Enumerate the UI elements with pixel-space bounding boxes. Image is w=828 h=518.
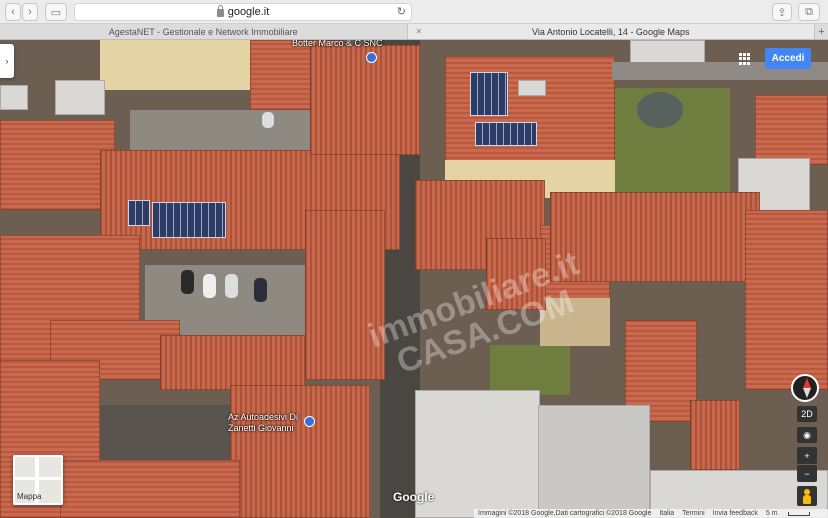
locate-button[interactable]: ◉: [797, 427, 817, 443]
car: [262, 112, 274, 128]
skylight: [518, 80, 546, 96]
flat-roof: [0, 85, 28, 110]
new-tab-button[interactable]: +: [814, 24, 828, 39]
solar-panel: [128, 200, 150, 226]
reload-icon[interactable]: ↻: [397, 5, 406, 18]
country-label: Italia: [659, 510, 675, 517]
roof: [0, 120, 115, 210]
back-button[interactable]: ‹: [5, 3, 21, 21]
forward-button[interactable]: ›: [22, 3, 38, 21]
car: [203, 274, 216, 298]
roof: [690, 400, 740, 470]
zoom-in-button[interactable]: +: [797, 447, 817, 464]
close-icon[interactable]: ✕: [416, 27, 423, 36]
sign-in-button[interactable]: Accedi: [765, 48, 811, 69]
solar-panel: [152, 202, 226, 238]
url-text: google.it: [227, 6, 270, 18]
flat-roof: [55, 80, 105, 115]
roof: [745, 210, 828, 390]
map-footer: Immagini ©2018 Google,Dati cartografici …: [474, 509, 828, 518]
building-facade: [540, 298, 610, 346]
building: [100, 40, 250, 90]
map-type-toggle[interactable]: Mappa: [13, 455, 63, 505]
place-label[interactable]: Botter Marco & C SNC: [292, 40, 383, 48]
satellite-map[interactable]: immobiliare.it CASA.COM Botter Marco & C…: [0, 40, 828, 518]
roof: [310, 45, 420, 155]
chevron-right-icon: ›: [5, 56, 9, 66]
pegman-icon[interactable]: [797, 486, 817, 506]
view-mode-button[interactable]: 2D: [797, 406, 817, 422]
place-label[interactable]: Az Autoadesivi Di Zanetti Giovanni: [228, 412, 298, 434]
zoom-out-button[interactable]: −: [797, 465, 817, 482]
tab-agestanet[interactable]: AgestaNET - Gestionale e Network Immobil…: [0, 24, 407, 39]
roof: [305, 210, 385, 380]
roof: [550, 192, 760, 282]
roof: [230, 385, 370, 518]
address-bar[interactable]: google.it ↻: [74, 3, 412, 21]
shop-pin-icon[interactable]: [304, 416, 315, 427]
sidebar-toggle-button[interactable]: ▭: [45, 3, 67, 21]
roof: [60, 460, 240, 518]
feedback-link[interactable]: Invia feedback: [713, 510, 758, 517]
scale-label: 5 m: [765, 510, 778, 517]
road: [15, 477, 61, 480]
lock-icon: [216, 5, 224, 17]
imagery-credits: Immagini ©2018 Google,Dati cartografici …: [478, 510, 652, 517]
tab-title: AgestaNET - Gestionale e Network Immobil…: [108, 26, 298, 37]
roof: [486, 238, 546, 310]
solar-panel: [470, 72, 508, 116]
tabs-overview-button[interactable]: ⧉: [798, 3, 820, 21]
share-button[interactable]: ⇪: [772, 3, 792, 21]
roof: [755, 95, 828, 165]
compass-icon[interactable]: [791, 374, 819, 402]
browser-toolbar: ‹ › ▭ google.it ↻ ⇪ ⧉: [0, 0, 828, 24]
garden: [490, 345, 570, 395]
apps-grid-icon[interactable]: [739, 53, 751, 65]
tab-title: Via Antonio Locatelli, 14 - Google Maps: [532, 26, 690, 37]
car: [181, 270, 194, 294]
tab-bar: AgestaNET - Gestionale e Network Immobil…: [0, 24, 828, 40]
flat-roof: [538, 405, 650, 518]
map-type-label: Mappa: [17, 492, 42, 501]
solar-panel: [475, 122, 537, 146]
shop-pin-icon[interactable]: [366, 52, 377, 63]
car: [254, 278, 267, 302]
terms-link[interactable]: Termini: [682, 510, 705, 517]
roof: [160, 335, 305, 390]
expand-sidebar-button[interactable]: ›: [0, 44, 14, 78]
car: [225, 274, 238, 298]
tab-google-maps[interactable]: ✕ Via Antonio Locatelli, 14 - Google Map…: [406, 24, 814, 39]
pool-cover: [637, 92, 683, 128]
scale-bar: [787, 511, 810, 516]
google-logo: Google: [393, 490, 435, 504]
